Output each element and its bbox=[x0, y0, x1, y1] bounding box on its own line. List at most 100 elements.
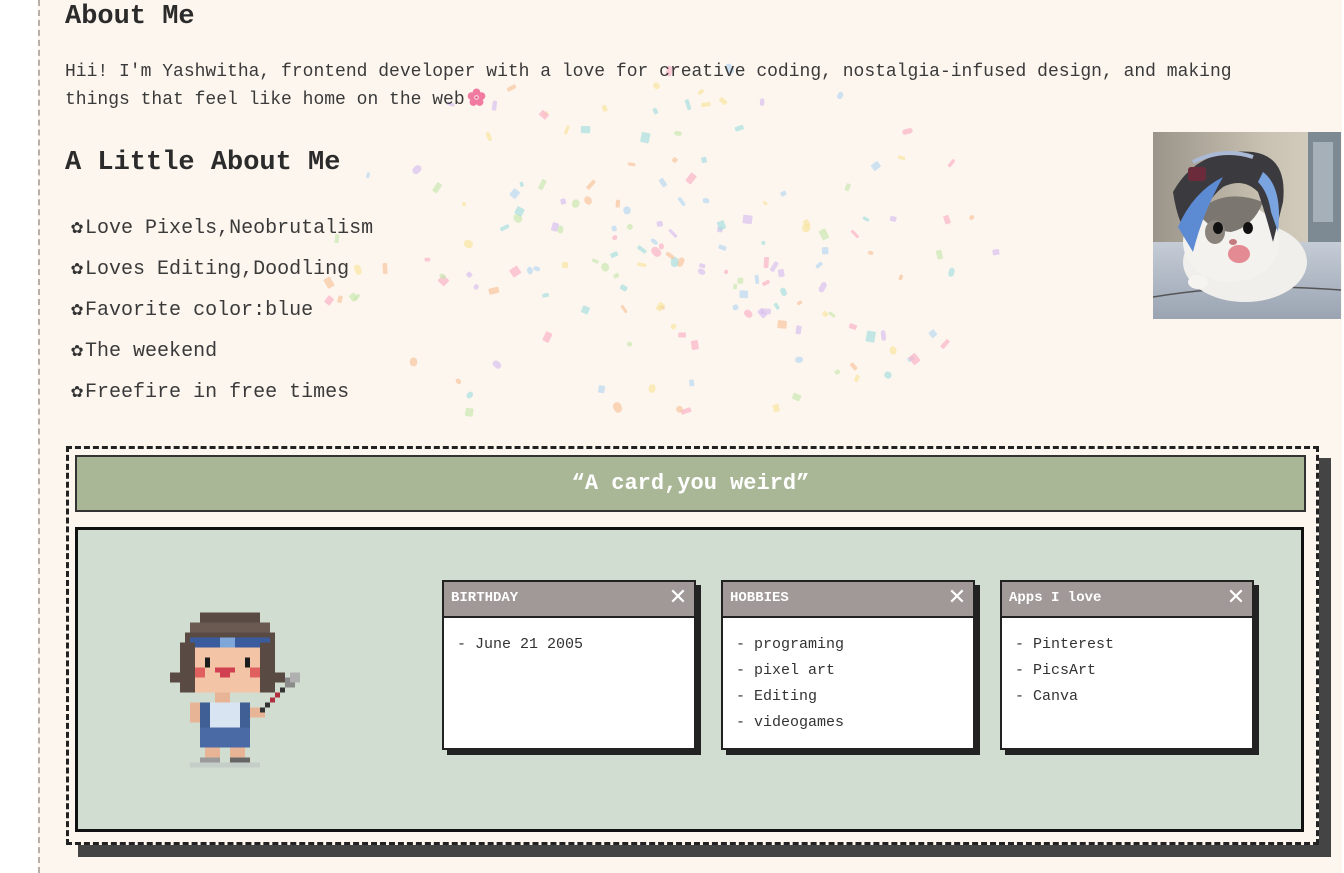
confetti-piece bbox=[818, 282, 827, 293]
fact-text: Loves Editing,Doodling bbox=[85, 258, 350, 281]
cat-photo bbox=[1153, 132, 1341, 319]
confetti-piece bbox=[620, 304, 628, 314]
confetti-piece bbox=[455, 378, 462, 385]
confetti-piece bbox=[466, 391, 474, 399]
confetti-piece bbox=[795, 356, 803, 363]
confetti-piece bbox=[612, 402, 623, 413]
confetti-piece bbox=[668, 228, 678, 238]
confetti-piece bbox=[623, 206, 631, 215]
confetti-piece bbox=[762, 201, 768, 206]
confetti-piece bbox=[580, 125, 591, 134]
confetti-piece bbox=[678, 332, 686, 338]
confetti-piece bbox=[557, 225, 564, 234]
window-title: Apps I love bbox=[1009, 590, 1102, 606]
confetti-piece bbox=[597, 385, 606, 394]
confetti-piece bbox=[640, 131, 651, 144]
confetti-piece bbox=[627, 162, 636, 167]
confetti-piece bbox=[658, 243, 664, 250]
confetti-piece bbox=[409, 357, 418, 367]
card-body: BIRTHDAY ✕ - June 21 2005 HOBBIES ✕ - pr… bbox=[75, 527, 1304, 832]
confetti-piece bbox=[437, 274, 450, 287]
close-icon[interactable]: ✕ bbox=[667, 587, 689, 609]
confetti-piece bbox=[676, 257, 685, 267]
confetti-piece bbox=[533, 266, 541, 272]
about-section: About Me Hii! I'm Yashwitha, frontend de… bbox=[38, 0, 1342, 873]
confetti-piece bbox=[674, 130, 682, 136]
confetti-piece bbox=[690, 340, 699, 350]
confetti-piece bbox=[850, 229, 859, 239]
confetti-piece bbox=[948, 267, 955, 277]
confetti-piece bbox=[611, 225, 617, 232]
confetti-piece bbox=[791, 392, 802, 402]
confetti-piece bbox=[412, 165, 422, 175]
confetti-piece bbox=[698, 263, 706, 269]
fact-text: Love Pixels,Neobrutalism bbox=[85, 217, 374, 240]
confetti-piece bbox=[538, 179, 547, 191]
hobbies-window: HOBBIES ✕ - programing - pixel art - Edi… bbox=[721, 580, 975, 750]
window-title-bar: HOBBIES ✕ bbox=[723, 582, 973, 618]
list-item: - videogames bbox=[736, 714, 845, 731]
intro-text: Hii! I'm Yashwitha, frontend developer w… bbox=[65, 62, 1232, 110]
confetti-piece bbox=[580, 305, 590, 315]
confetti-piece bbox=[637, 262, 647, 267]
confetti-piece bbox=[678, 197, 686, 206]
confetti-piece bbox=[689, 379, 695, 387]
window-title-bar: Apps I love ✕ bbox=[1002, 582, 1252, 618]
confetti-piece bbox=[773, 302, 780, 310]
confetti-piece bbox=[670, 256, 679, 268]
little-about-title: A Little About Me bbox=[65, 148, 341, 178]
fact-text: Favorite color:blue bbox=[85, 299, 314, 322]
close-icon[interactable]: ✕ bbox=[946, 587, 968, 609]
confetti-piece bbox=[902, 128, 913, 135]
confetti-piece bbox=[802, 219, 811, 228]
confetti-piece bbox=[461, 202, 467, 207]
confetti-piece bbox=[586, 179, 596, 190]
close-icon[interactable]: ✕ bbox=[1225, 587, 1247, 609]
confetti-piece bbox=[542, 331, 553, 343]
flower-bullet-icon: ✿ bbox=[71, 381, 84, 404]
confetti-piece bbox=[849, 362, 858, 371]
confetti-piece bbox=[665, 251, 675, 260]
confetti-piece bbox=[658, 177, 668, 188]
window-title: HOBBIES bbox=[730, 590, 789, 606]
confetti-piece bbox=[757, 308, 768, 319]
confetti-piece bbox=[561, 262, 569, 269]
confetti-piece bbox=[659, 305, 665, 310]
confetti-piece bbox=[848, 323, 858, 330]
window-title: BIRTHDAY bbox=[451, 590, 519, 606]
window-list: - programing - pixel art - Editing - vid… bbox=[723, 618, 973, 736]
confetti-piece bbox=[884, 371, 892, 379]
confetti-piece bbox=[762, 279, 770, 287]
confetti-piece bbox=[615, 199, 621, 208]
confetti-piece bbox=[619, 284, 628, 292]
confetti-piece bbox=[519, 181, 524, 187]
confetti-piece bbox=[463, 239, 473, 249]
confetti-piece bbox=[716, 220, 727, 231]
confetti-piece bbox=[626, 224, 633, 230]
confetti-piece bbox=[844, 183, 851, 192]
confetti-piece bbox=[473, 284, 479, 290]
confetti-piece bbox=[898, 274, 904, 281]
confetti-piece bbox=[763, 256, 770, 269]
confetti-piece bbox=[564, 125, 570, 135]
birthday-window: BIRTHDAY ✕ - June 21 2005 bbox=[442, 580, 696, 750]
confetti-piece bbox=[777, 320, 788, 329]
fact-text: The weekend bbox=[85, 340, 218, 363]
confetti-piece bbox=[560, 198, 567, 205]
confetti-piece bbox=[702, 197, 710, 204]
list-item: - June 21 2005 bbox=[457, 636, 584, 653]
confetti-piece bbox=[676, 405, 683, 413]
confetti-piece bbox=[821, 247, 829, 255]
confetti-piece bbox=[485, 132, 493, 142]
confetti-piece bbox=[822, 310, 829, 317]
list-item: ✿ Freefire in free times bbox=[71, 372, 373, 413]
confetti-piece bbox=[889, 346, 897, 355]
confetti-piece bbox=[527, 266, 533, 275]
flower-bullet-icon: ✿ bbox=[71, 258, 84, 281]
confetti-piece bbox=[760, 308, 771, 315]
confetti-piece bbox=[772, 403, 780, 413]
confetti-piece bbox=[680, 407, 692, 415]
list-item: - pixel art bbox=[736, 662, 836, 679]
confetti-piece bbox=[853, 374, 860, 383]
cherry-blossom-icon bbox=[467, 88, 486, 106]
